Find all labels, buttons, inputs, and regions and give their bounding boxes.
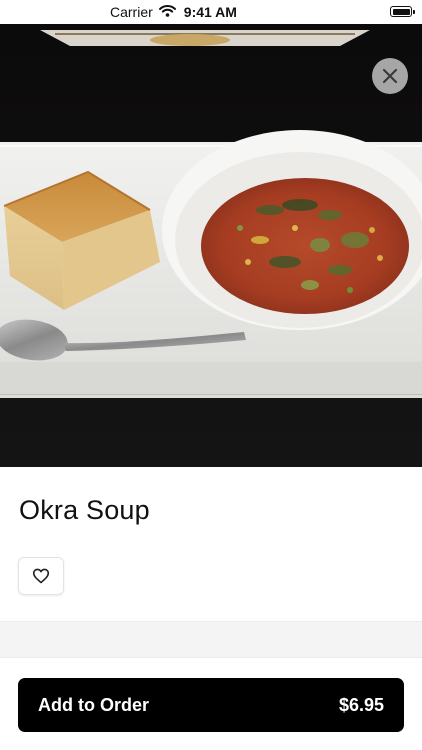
- item-detail-screen: Carrier 9:41 AM Okra Soup Add to Order $…: [0, 0, 422, 750]
- heart-outline-icon: [32, 568, 50, 584]
- dish-photo: [0, 0, 422, 467]
- dish-photo-illustration: [0, 0, 422, 467]
- battery-icon: [390, 6, 415, 17]
- status-bar: Carrier 9:41 AM: [0, 0, 422, 24]
- carrier-label: Carrier: [110, 4, 153, 20]
- favorite-button[interactable]: [18, 557, 64, 595]
- add-to-order-button[interactable]: Add to Order $6.95: [18, 678, 404, 732]
- close-icon: [382, 68, 398, 84]
- dish-title: Okra Soup: [19, 495, 150, 525]
- status-time: 9:41 AM: [183, 4, 237, 20]
- add-to-order-label: Add to Order: [38, 694, 149, 715]
- wifi-icon: [158, 4, 176, 20]
- battery-level: [392, 8, 410, 15]
- order-price: $6.95: [338, 694, 384, 715]
- close-button[interactable]: [372, 58, 408, 94]
- section-divider: [0, 621, 422, 658]
- status-carrier-group: Carrier 9:41 AM: [110, 3, 237, 21]
- item-details: Okra Soup Add to Order $6.95: [0, 467, 422, 750]
